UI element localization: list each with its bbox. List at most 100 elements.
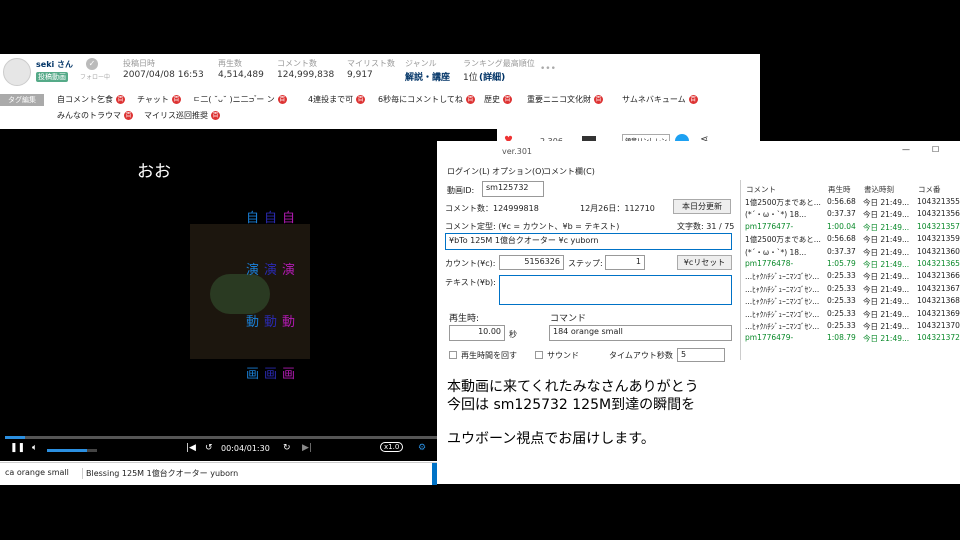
forward-icon[interactable]: ↻: [283, 443, 291, 453]
tag-item[interactable]: みんなのトラウマ百: [57, 110, 133, 121]
tag-item[interactable]: 4連投まで可百: [308, 94, 366, 105]
comment-command-input[interactable]: ca orange small: [5, 468, 75, 477]
play-time-label: 再生時:: [449, 314, 480, 324]
timeout-input[interactable]: 5: [677, 348, 725, 362]
tag-edit-button[interactable]: タグ編集: [0, 94, 44, 106]
table-row[interactable]: 1億2500万まであと... 0:56.68 今日 21:49... 10432135…: [745, 197, 960, 209]
table-row[interactable]: pm1776479- 1:08.79 今日 21:49... 104321372: [745, 333, 960, 345]
update-button[interactable]: 本日分更新: [673, 199, 731, 214]
text-input[interactable]: [499, 275, 732, 305]
play-time-input[interactable]: 10.00: [449, 325, 505, 341]
dictionary-icon[interactable]: 百: [116, 95, 125, 104]
command-input[interactable]: 184 orange small: [549, 325, 732, 341]
sound-checkbox[interactable]: [535, 351, 543, 359]
dictionary-icon[interactable]: 百: [211, 111, 220, 120]
table-cell: 104321360: [917, 246, 960, 256]
tag-label[interactable]: 6秒毎にコメントしてね: [378, 95, 463, 104]
tag-label[interactable]: 自コメント乞食: [57, 95, 113, 104]
tag-label[interactable]: チャット: [137, 95, 169, 104]
dictionary-icon[interactable]: 百: [503, 95, 512, 104]
speed-button[interactable]: x1.0: [380, 442, 404, 452]
overlay-comment: 動: [264, 315, 278, 330]
dictionary-icon[interactable]: 百: [594, 95, 603, 104]
table-cell: 今日 21:49...: [863, 222, 910, 232]
follow-check-icon[interactable]: ✓: [86, 58, 98, 70]
rewind-icon[interactable]: ↺: [205, 443, 213, 453]
volume-icon[interactable]: 🔈︎: [32, 443, 37, 453]
dictionary-icon[interactable]: 百: [688, 95, 698, 104]
table-cell: pm1776477-: [745, 221, 794, 231]
table-cell: 104321368: [917, 296, 960, 306]
tag-label[interactable]: 重要ニニコ文化財: [527, 95, 591, 104]
loop-checkbox[interactable]: [449, 351, 457, 359]
overlay-comment: 動: [282, 315, 296, 330]
menu-option[interactable]: オプション(O): [492, 166, 545, 177]
table-cell: 0:25.33: [827, 296, 856, 306]
tag-label[interactable]: ㄷ二( ˘ᴗ˘ )ニ二ᴝ ゚ー ン: [193, 95, 275, 104]
table-row[interactable]: pm1776477- 1:00.04 今日 21:49... 104321357: [745, 222, 960, 234]
skip-back-icon[interactable]: |◀: [186, 443, 196, 453]
comment-text-input[interactable]: Blessing 125M 1億台クオーター yuborn: [82, 468, 406, 479]
more-icon[interactable]: •••: [540, 64, 556, 74]
table-row[interactable]: (*´・ω・`*) 18... 0:37.37 今日 21:49... 1043213…: [745, 247, 960, 259]
dictionary-icon[interactable]: 百: [465, 95, 475, 104]
table-cell: 0:25.33: [827, 271, 856, 281]
count-input[interactable]: 5156326: [499, 255, 564, 270]
seek-bar[interactable]: [5, 436, 493, 439]
stat-value[interactable]: 解説・講座: [405, 70, 450, 83]
grid-header-time[interactable]: 再生時: [828, 184, 851, 195]
tag-label[interactable]: 歴史: [484, 95, 500, 104]
tag-item[interactable]: サムネバキューム百: [622, 94, 698, 105]
tag-label[interactable]: サムネバキューム: [622, 95, 686, 104]
table-row[interactable]: (*´・ω・`*) 18... 0:37.37 今日 21:49... 1043213…: [745, 209, 960, 221]
tag-item[interactable]: 自コメント乞食百: [57, 94, 125, 105]
video-object: [210, 274, 270, 314]
avatar[interactable]: [3, 58, 31, 86]
menu-comment[interactable]: コメント欄(C): [543, 166, 595, 177]
maximize-button[interactable]: ☐: [932, 145, 939, 154]
table-row[interactable]: ...ﾋｬｸﾊﾁｼﾞｭｰﾆﾏﾝｺﾞｾﾝ... 0:25.33 今日 21:49...…: [745, 321, 960, 333]
table-row[interactable]: 1億2500万まであと... 0:56.68 今日 21:49... 10432135…: [745, 234, 960, 246]
dictionary-icon[interactable]: 百: [356, 95, 366, 104]
tag-label[interactable]: 4連投まで可: [308, 95, 353, 104]
menu-login[interactable]: ログイン(L): [447, 166, 490, 177]
tag-item[interactable]: 重要ニニコ文化財百: [527, 94, 603, 105]
table-row[interactable]: ...ﾋｬｸﾊﾁｼﾞｭｰﾆﾏﾝｺﾞｾﾝ... 0:25.33 今日 21:49...…: [745, 309, 960, 321]
dictionary-icon[interactable]: 百: [277, 95, 287, 104]
uploader-name[interactable]: seki さん: [36, 59, 73, 70]
pause-icon[interactable]: ❚❚: [10, 443, 25, 453]
table-cell: 104321359: [917, 234, 960, 244]
table-row[interactable]: pm1776478- 1:05.79 今日 21:49... 104321365: [745, 259, 960, 271]
table-row[interactable]: ...ﾋｬｸﾊﾁｼﾞｭｰﾆﾏﾝｺﾞｾﾝ... 0:25.33 今日 21:49...…: [745, 284, 960, 296]
video-id-input[interactable]: sm125732: [482, 181, 544, 197]
table-cell: 0:25.33: [827, 308, 856, 318]
tag-item[interactable]: チャット百: [137, 94, 181, 105]
table-cell: 104321372: [917, 333, 960, 343]
next-icon[interactable]: ▶|: [302, 443, 312, 453]
overlay-comment: 画: [282, 367, 296, 382]
tag-label[interactable]: マイリス巡回推奨: [144, 111, 208, 120]
tag-item[interactable]: マイリス巡回推奨百: [144, 110, 220, 121]
grid-header-written[interactable]: 書込時刻: [864, 184, 894, 195]
tag-item[interactable]: ㄷ二( ˘ᴗ˘ )ニ二ᴝ ゚ー ン百: [193, 94, 287, 105]
dictionary-icon[interactable]: 百: [171, 95, 181, 104]
ranking-detail-link[interactable]: (詳細): [479, 70, 505, 83]
stat-label: ジャンル: [405, 59, 437, 68]
tag-item[interactable]: 6秒毎にコメントしてね百: [378, 94, 475, 105]
grid-header-number[interactable]: コメ番: [918, 184, 941, 195]
tag-item[interactable]: 歴史百: [484, 94, 512, 105]
template-input[interactable]: ¥bTo 125M 1億台クオーター ¥c yuborn: [445, 233, 732, 250]
dictionary-icon[interactable]: 百: [124, 111, 133, 120]
overlay-comment: 自: [282, 211, 296, 226]
text-label: テキスト(¥b):: [445, 278, 496, 287]
volume-slider[interactable]: [47, 449, 97, 452]
count-reset-button[interactable]: ¥cリセット: [677, 255, 732, 270]
step-input[interactable]: 1: [605, 255, 645, 270]
table-row[interactable]: ...ﾋｬｸﾊﾁｼﾞｭｰﾆﾏﾝｺﾞｾﾝ... 0:25.33 今日 21:49...…: [745, 271, 960, 283]
video-player[interactable]: おお 自自自演演演動動動画画画 ❚❚ 🔈︎ |◀ ↺ 00:04/01:30 ↻…: [0, 129, 497, 461]
minimize-button[interactable]: —: [902, 145, 910, 154]
grid-header-comment[interactable]: コメント: [746, 184, 776, 195]
comment-settings-icon[interactable]: ⚙: [418, 443, 426, 453]
tag-label[interactable]: みんなのトラウマ: [57, 111, 121, 120]
table-row[interactable]: ...ﾋｬｸﾊﾁｼﾞｭｰﾆﾏﾝｺﾞｾﾝ... 0:25.33 今日 21:49...…: [745, 296, 960, 308]
